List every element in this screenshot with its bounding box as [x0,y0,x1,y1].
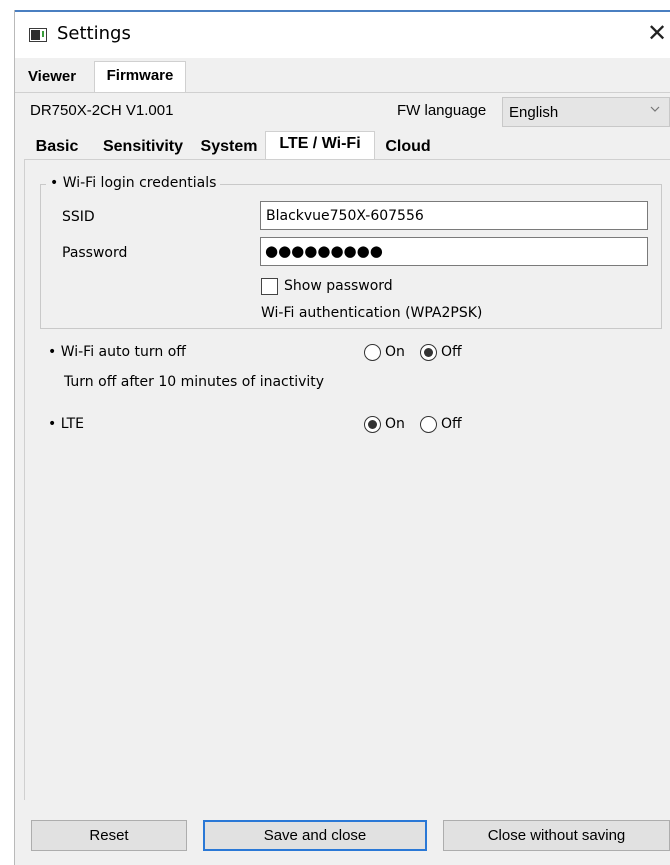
tab-sensitivity[interactable]: Sensitivity [94,136,192,158]
tab-firmware[interactable]: Firmware [94,61,186,93]
window-title: Settings [57,23,131,44]
wifi-auto-off-on-radio[interactable] [364,344,381,361]
tab-panel-border [15,92,670,93]
tab-cloud[interactable]: Cloud [378,136,438,158]
fw-language-select[interactable]: English [502,97,670,127]
wifi-auto-off-label: • Wi-Fi auto turn off [48,344,186,360]
close-without-saving-button[interactable]: Close without saving [443,820,670,851]
app-window-icon [29,28,47,42]
lte-off-radio[interactable] [420,416,437,433]
password-input[interactable]: ●●●●●●●●● [260,237,648,266]
wifi-login-legend: • Wi-Fi login credentials [46,175,221,191]
ssid-value: Blackvue750X-607556 [266,208,424,224]
tab-viewer[interactable]: Viewer [13,64,91,88]
password-mask: ●●●●●●●●● [265,242,383,260]
lte-label: • LTE [48,416,84,432]
wifi-auto-off-note: Turn off after 10 minutes of inactivity [64,374,325,390]
close-icon[interactable]: ✕ [644,18,670,48]
save-and-close-button[interactable]: Save and close [203,820,427,851]
show-password-label[interactable]: Show password [284,278,393,294]
lte-off-label[interactable]: Off [441,416,462,432]
fw-language-label: FW language [397,102,487,119]
ssid-input[interactable]: Blackvue750X-607556 [260,201,648,230]
firmware-model-version: DR750X-2CH V1.001 [30,102,174,119]
wifi-auto-off-off-radio[interactable] [420,344,437,361]
reset-button[interactable]: Reset [31,820,187,851]
tab-basic[interactable]: Basic [25,136,89,158]
ssid-label: SSID [62,209,95,225]
wifi-auto-off-off-label[interactable]: Off [441,344,462,360]
lte-on-label[interactable]: On [385,416,405,432]
password-label: Password [62,245,128,261]
show-password-checkbox[interactable] [261,278,278,295]
tab-system[interactable]: System [194,136,264,158]
tab-lte-wifi[interactable]: LTE / Wi-Fi [265,131,375,160]
fw-language-value: English [509,104,559,121]
lte-on-radio[interactable] [364,416,381,433]
title-bar: Settings ✕ [15,12,670,58]
wifi-auth-text: Wi-Fi authentication (WPA2PSK) [261,305,483,321]
chevron-down-icon [649,103,661,118]
wifi-auto-off-on-label[interactable]: On [385,344,405,360]
